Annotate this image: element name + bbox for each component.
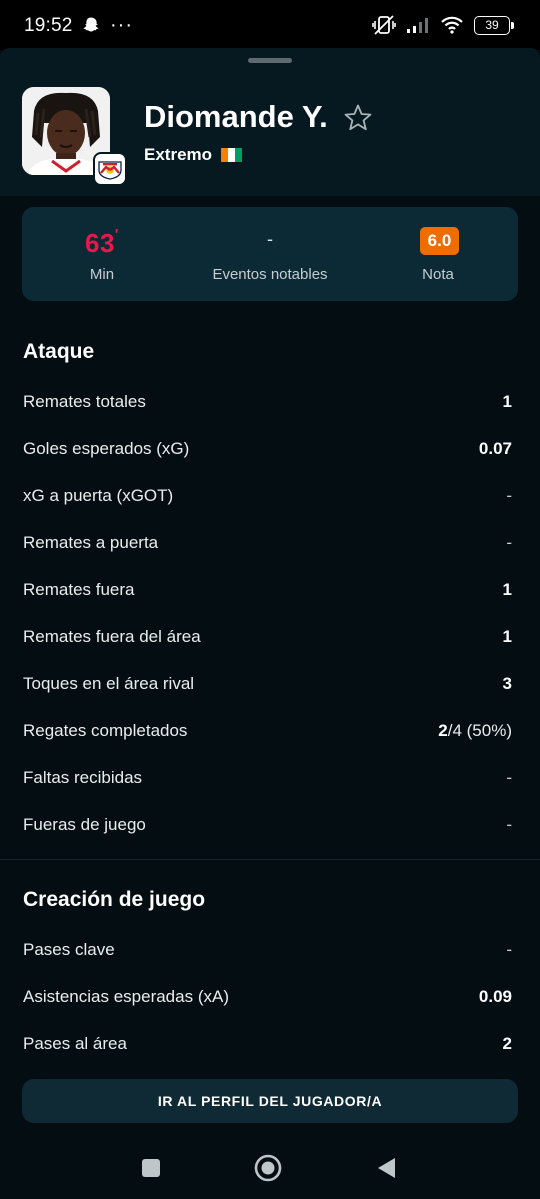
triangle-back-icon[interactable]	[371, 1153, 401, 1183]
drag-handle[interactable]	[248, 58, 292, 63]
stat-row: Goles esperados (xG) 0.07	[23, 434, 512, 464]
player-header: Diomande Y. Extremo	[0, 48, 540, 196]
position-row: Extremo	[144, 145, 243, 165]
stat-label: Remates fuera	[23, 580, 135, 599]
section-divider	[0, 859, 540, 860]
player-position: Extremo	[144, 145, 213, 164]
stat-label: Pases clave	[23, 940, 115, 959]
square-icon[interactable]	[136, 1153, 166, 1183]
stat-label: Toques en el área rival	[23, 674, 195, 693]
events-label: Eventos notables	[212, 266, 328, 283]
stat-value-completed: 2	[438, 721, 448, 740]
rating-badge: 6.0	[420, 227, 459, 255]
stat-row: Remates a puerta -	[23, 528, 512, 558]
player-name: Diomande Y.	[144, 99, 328, 134]
stat-value: -	[506, 486, 512, 505]
status-time: 19:52	[24, 15, 73, 36]
vibrate-off-icon	[372, 15, 396, 35]
stat-row: Remates fuera 1	[23, 575, 512, 605]
player-sheet: Diomande Y. Extremo 63' Min - Eventos no…	[0, 48, 540, 1199]
stat-row: Fueras de juego -	[23, 810, 512, 840]
stat-label: xG a puerta (xGOT)	[23, 486, 174, 505]
stat-value: 0.09	[478, 987, 512, 1006]
stat-label: Asistencias esperadas (xA)	[23, 987, 229, 1006]
stat-row: Faltas recibidas -	[23, 763, 512, 793]
rating-label: Nota	[422, 266, 454, 283]
minutes-value: 63	[85, 228, 115, 258]
stat-value-total: /4 (50%)	[447, 721, 512, 740]
stat-label: Remates fuera del área	[23, 627, 201, 646]
stat-value: 1	[502, 392, 512, 411]
stat-value: 1	[502, 580, 512, 599]
minutes-mark: '	[114, 226, 119, 243]
stat-value: 2	[502, 1034, 512, 1053]
wifi-icon	[441, 16, 463, 34]
stat-value: -	[506, 940, 512, 959]
section-title-attack: Ataque	[23, 340, 95, 363]
battery-indicator: 39	[474, 15, 514, 35]
team-crest-icon[interactable]	[93, 152, 127, 186]
stat-label: Regates completados	[23, 721, 188, 740]
stat-value: 2/4 (50%)	[438, 721, 512, 741]
stat-value: 3	[502, 674, 512, 693]
minutes-played: 63' Min	[22, 207, 182, 301]
events-value: -	[267, 229, 273, 249]
stat-label: Remates totales	[23, 392, 146, 411]
more-dots: ···	[110, 14, 133, 36]
stat-label: Fueras de juego	[23, 815, 146, 834]
section-title-creation: Creación de juego	[23, 888, 206, 911]
stat-label: Faltas recibidas	[23, 768, 143, 787]
stat-row: xG a puerta (xGOT) -	[23, 481, 512, 511]
stat-row: Pases al área 2	[23, 1029, 512, 1059]
signal-icon	[407, 18, 428, 33]
player-profile-button[interactable]: IR AL PERFIL DEL JUGADOR/A	[22, 1079, 518, 1123]
stat-value: 0.07	[478, 439, 512, 458]
stat-label: Goles esperados (xG)	[23, 439, 190, 458]
minutes-label: Min	[89, 266, 115, 283]
status-bar: 19:52 ··· 39	[0, 0, 540, 50]
stat-row: Toques en el área rival 3	[23, 669, 512, 699]
circle-icon[interactable]	[253, 1153, 283, 1183]
stat-row: Asistencias esperadas (xA) 0.09	[23, 982, 512, 1012]
stat-value: -	[506, 768, 512, 787]
stat-label: Remates a puerta	[23, 533, 159, 552]
stat-value: -	[506, 815, 512, 834]
notable-events: - Eventos notables	[190, 207, 350, 301]
system-nav-bar	[0, 1134, 540, 1199]
stat-row: Regates completados 2/4 (50%)	[23, 716, 512, 746]
stat-row: Remates totales 1	[23, 387, 512, 417]
stat-row: Remates fuera del área 1	[23, 622, 512, 652]
snapchat-icon	[83, 17, 99, 32]
star-outline-icon[interactable]	[343, 103, 373, 133]
match-summary-card: 63' Min - Eventos notables 6.0 Nota	[22, 207, 518, 301]
stat-value: 1	[502, 627, 512, 646]
stat-label: Pases al área	[23, 1034, 127, 1053]
stat-row: Pases clave -	[23, 935, 512, 965]
country-flag-icon	[221, 148, 243, 162]
player-rating: 6.0 Nota	[358, 207, 518, 301]
stat-value: -	[506, 533, 512, 552]
